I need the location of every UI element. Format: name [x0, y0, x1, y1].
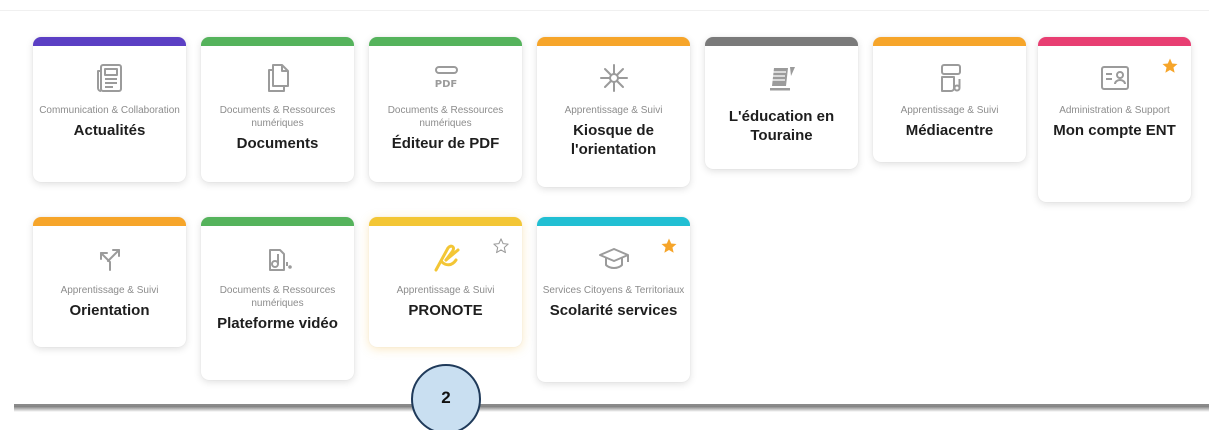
tile-title: Scolarité services — [549, 302, 678, 319]
tile-title: Médiacentre — [905, 122, 994, 139]
tile-pronote[interactable]: Apprentissage & Suivi PRONOTE — [369, 217, 522, 347]
user-card-icon — [1100, 66, 1129, 90]
tile-category: Administration & Support — [1059, 105, 1170, 116]
tile-title: L'éducation en Touraine — [728, 108, 835, 144]
top-divider — [0, 10, 1209, 11]
category-color-bar — [873, 37, 1026, 46]
media-center-icon — [940, 64, 961, 92]
tile-editeur-pdf[interactable]: PDF Documents & Ressources numériques Éd… — [369, 37, 522, 182]
svg-text:PDF: PDF — [434, 79, 456, 90]
tile-plateforme-video[interactable]: Documents & Ressources numériques Platef… — [201, 217, 354, 380]
category-color-bar — [705, 37, 858, 46]
tile-category: Communication & Collaboration — [39, 105, 180, 116]
video-file-icon — [268, 249, 292, 271]
category-color-bar — [537, 217, 690, 226]
education-touraine-logo-icon — [769, 67, 795, 91]
panel-bottom-edge — [14, 404, 1209, 412]
tile-title: Actualités — [73, 122, 146, 139]
pdf-icon: PDF — [434, 66, 458, 90]
tile-orientation[interactable]: Apprentissage & Suivi Orientation — [33, 217, 186, 347]
category-color-bar — [33, 37, 186, 46]
tile-mediacentre[interactable]: Apprentissage & Suivi Médiacentre — [873, 37, 1026, 162]
favorite-star-icon[interactable] — [1161, 57, 1179, 75]
favorite-star-icon[interactable] — [660, 237, 678, 255]
tile-category: Documents & Ressources numériques — [219, 105, 336, 129]
category-color-bar — [369, 217, 522, 226]
graduation-cap-icon — [598, 248, 629, 269]
category-color-bar — [201, 217, 354, 226]
tile-category: Services Citoyens & Territoriaux — [542, 285, 685, 296]
tile-category: Documents & Ressources numériques — [219, 285, 336, 309]
category-color-bar — [537, 37, 690, 46]
tile-category: Documents & Ressources numériques — [387, 105, 504, 129]
tile-scolarite-services[interactable]: Services Citoyens & Territoriaux Scolari… — [537, 217, 690, 382]
pronote-logo-icon — [434, 244, 459, 272]
tile-category: Apprentissage & Suivi — [396, 285, 495, 296]
newspaper-icon — [96, 64, 122, 92]
tile-title: Plateforme vidéo — [217, 315, 338, 332]
tile-category: Apprentissage & Suivi — [60, 285, 159, 296]
category-color-bar — [201, 37, 354, 46]
tile-documents[interactable]: Documents & Ressources numériques Docume… — [201, 37, 354, 182]
document-icon — [267, 64, 289, 92]
tile-category: Apprentissage & Suivi — [900, 105, 999, 116]
tile-education-touraine[interactable]: L'éducation en Touraine — [705, 37, 858, 169]
app-grid-page: Communication & Collaboration Actualités… — [0, 0, 1209, 430]
tile-title: Documents — [236, 135, 319, 152]
category-color-bar — [1038, 37, 1191, 46]
category-color-bar — [369, 37, 522, 46]
favorite-star-outline-icon[interactable] — [492, 237, 510, 255]
tile-title: Orientation — [69, 302, 150, 319]
tile-title: Éditeur de PDF — [391, 135, 500, 152]
category-color-bar — [33, 217, 186, 226]
tile-title: Kiosque de l'orientation — [570, 122, 657, 158]
tile-category: Apprentissage & Suivi — [564, 105, 663, 116]
split-arrows-icon — [99, 249, 120, 271]
tile-mon-compte-ent[interactable]: Administration & Support Mon compte ENT — [1038, 37, 1191, 202]
tile-actualites[interactable]: Communication & Collaboration Actualités — [33, 37, 186, 182]
tile-kiosque-orientation[interactable]: Apprentissage & Suivi Kiosque de l'orien… — [537, 37, 690, 187]
tile-title: PRONOTE — [408, 302, 483, 319]
compass-rose-icon — [599, 64, 628, 92]
step-number-badge: 2 — [411, 364, 481, 430]
tile-title: Mon compte ENT — [1053, 122, 1176, 139]
